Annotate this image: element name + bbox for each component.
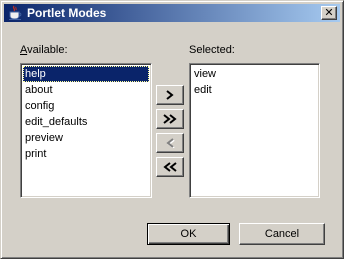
list-item[interactable]: edit bbox=[192, 82, 317, 98]
list-item[interactable]: about bbox=[23, 82, 149, 98]
remove-button[interactable] bbox=[156, 133, 184, 153]
double-chevron-right-icon bbox=[163, 114, 177, 124]
close-icon: ✕ bbox=[324, 6, 334, 19]
title-bar[interactable]: Portlet Modes ✕ bbox=[4, 4, 340, 22]
dialog-window: Portlet Modes ✕ Available: Selected: hel… bbox=[0, 0, 344, 259]
selected-label: Selected: bbox=[189, 44, 235, 56]
list-item[interactable]: view bbox=[192, 66, 317, 82]
list-item[interactable]: print bbox=[23, 146, 149, 162]
available-label: Available: bbox=[20, 44, 68, 56]
cancel-button[interactable]: Cancel bbox=[239, 223, 325, 245]
list-item[interactable]: help bbox=[23, 66, 149, 82]
ok-button[interactable]: OK bbox=[147, 223, 230, 245]
add-all-button[interactable] bbox=[156, 109, 184, 129]
selected-list[interactable]: view edit bbox=[189, 63, 320, 198]
window-title: Portlet Modes bbox=[27, 6, 107, 20]
remove-all-button[interactable] bbox=[156, 157, 184, 177]
available-label-rest: vailable: bbox=[27, 44, 68, 56]
add-button[interactable] bbox=[156, 85, 184, 105]
java-cup-icon bbox=[9, 5, 22, 20]
available-list[interactable]: help about config edit_defaults preview print bbox=[20, 63, 152, 198]
list-item[interactable]: edit_defaults bbox=[23, 114, 149, 130]
list-item[interactable]: config bbox=[23, 98, 149, 114]
chevron-left-icon bbox=[166, 138, 175, 148]
close-button[interactable]: ✕ bbox=[321, 6, 337, 20]
double-chevron-left-icon bbox=[163, 162, 177, 172]
list-item[interactable]: preview bbox=[23, 130, 149, 146]
chevron-right-icon bbox=[166, 90, 174, 100]
